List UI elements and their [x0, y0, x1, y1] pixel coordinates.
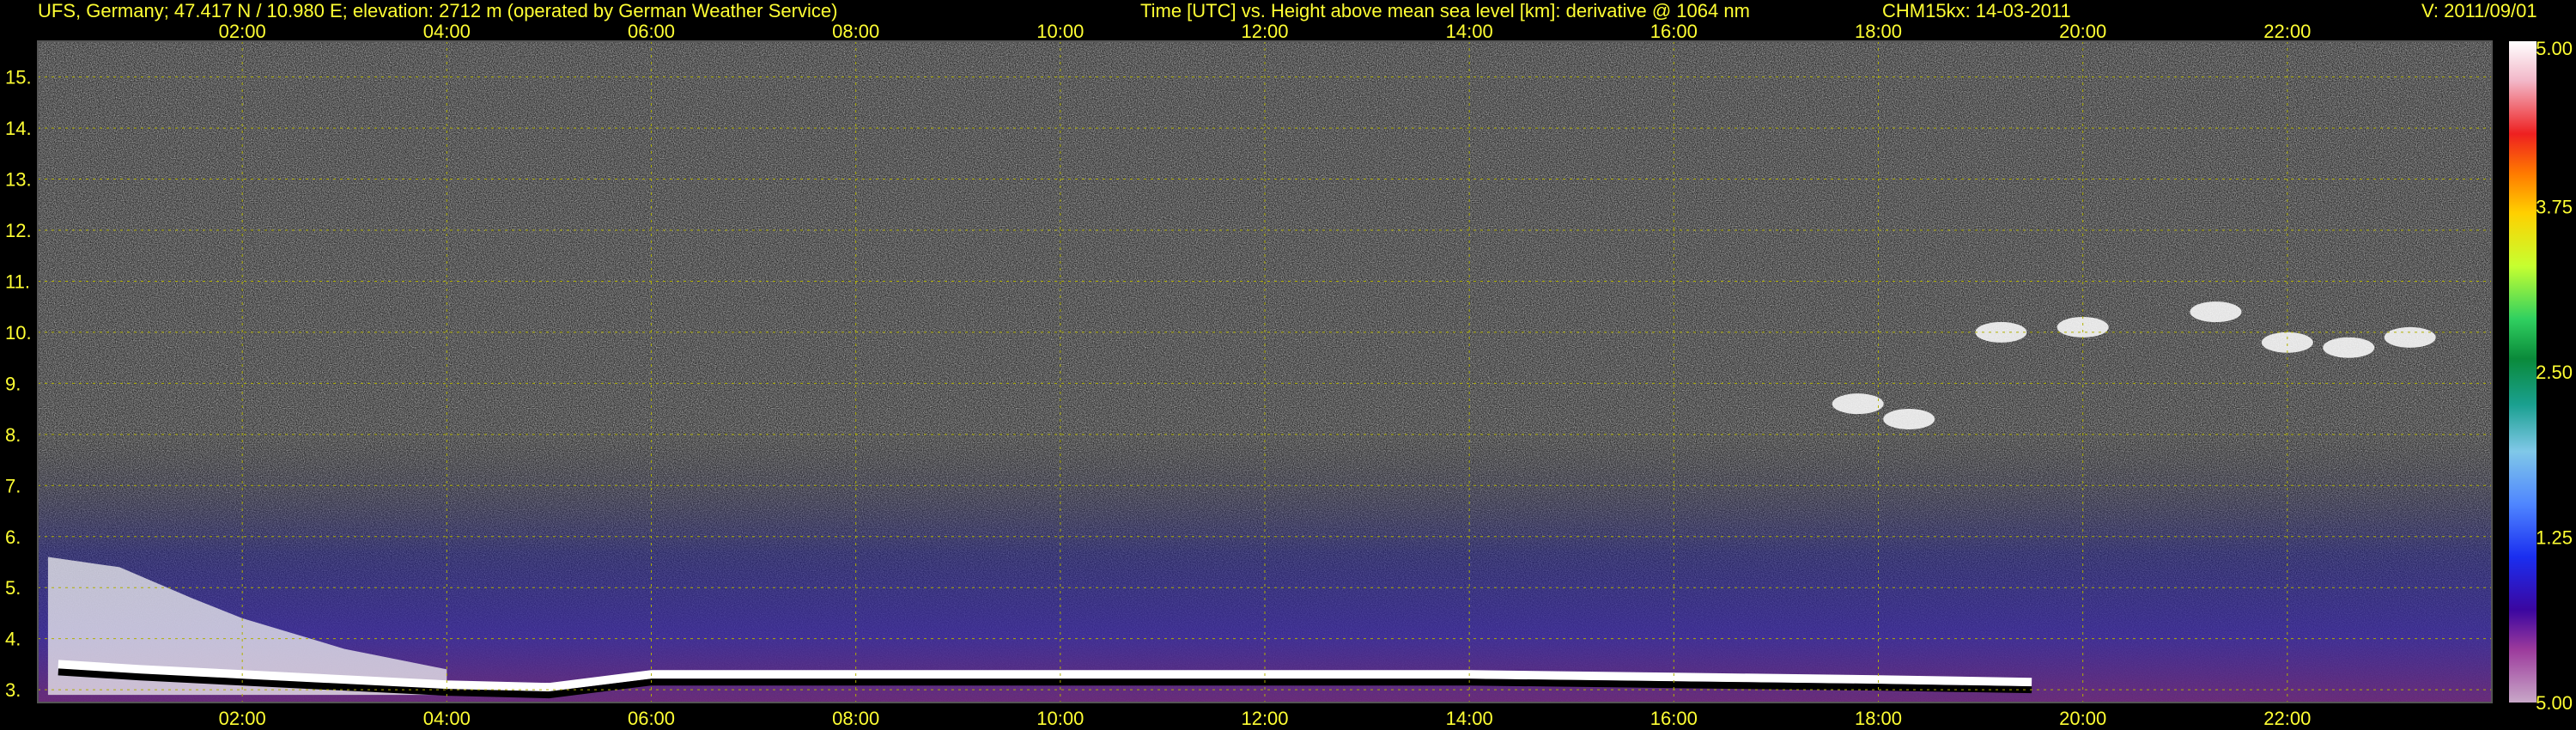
colorbar-label: 5.00 — [2536, 38, 2573, 59]
x-tick-label-top: 10:00 — [1036, 21, 1084, 42]
y-tick-label: 10. — [5, 322, 32, 344]
instrument-date: CHM15kx: 14-03-2011 — [1882, 0, 2071, 21]
cirrus-cloud-point — [2261, 332, 2313, 353]
x-tick-label-bottom: 14:00 — [1446, 708, 1493, 729]
x-tick-label-top: 22:00 — [2263, 21, 2311, 42]
colorbar-scale — [2509, 41, 2537, 703]
lidar-chart: 3. 4. 5. 6. 7. 8. 9. 10. 11. 12. 13. 14. 15. 02:00 04… — [5, 21, 2573, 729]
y-axis-ticks: 3. 4. 5. 6. 7. 8. 9. 10. 11. 12. 13. 14. 15. — [5, 67, 32, 702]
x-tick-label-bottom: 08:00 — [832, 708, 879, 729]
x-axis-ticks-bottom: 02:00 04:00 06:00 08:00 10:00 12:00 14:00 16:00… — [219, 708, 2312, 729]
x-tick-label-top: 06:00 — [628, 21, 675, 42]
x-tick-label-bottom: 02:00 — [219, 708, 266, 729]
plot-area — [37, 40, 2493, 703]
cirrus-cloud-point — [2190, 301, 2242, 323]
y-tick-label: 13. — [5, 169, 32, 191]
y-tick-label: 6. — [5, 526, 21, 548]
x-tick-label-top: 04:00 — [423, 21, 471, 42]
x-tick-label-bottom: 10:00 — [1036, 708, 1084, 729]
y-tick-label: 3. — [5, 679, 21, 701]
y-tick-label: 12. — [5, 220, 32, 241]
y-tick-label: 5. — [5, 577, 21, 599]
x-tick-label-bottom: 22:00 — [2263, 708, 2311, 729]
y-tick-label: 7. — [5, 475, 21, 496]
version-label: V: 2011/09/01 — [2421, 0, 2537, 21]
x-tick-label-top: 14:00 — [1446, 21, 1493, 42]
x-tick-label-top: 20:00 — [2059, 21, 2106, 42]
chart-axes-description: Time [UTC] vs. Height above mean sea lev… — [1140, 0, 1750, 21]
cirrus-cloud-point — [2057, 316, 2109, 338]
x-tick-label-top: 16:00 — [1650, 21, 1698, 42]
y-tick-label: 15. — [5, 67, 32, 88]
colorbar-label: 3.75 — [2536, 197, 2573, 218]
x-tick-label-top: 12:00 — [1241, 21, 1288, 42]
colorbar-labels: 5.00 3.75 2.50 1.25 5.00 — [2536, 38, 2573, 714]
x-tick-label-bottom: 20:00 — [2059, 708, 2106, 729]
y-tick-label: 8. — [5, 424, 21, 446]
colorbar-label: 1.25 — [2536, 527, 2573, 549]
y-tick-label: 9. — [5, 373, 21, 394]
y-tick-label: 4. — [5, 629, 21, 650]
x-tick-label-bottom: 04:00 — [423, 708, 471, 729]
x-tick-label-top: 18:00 — [1855, 21, 1902, 42]
cirrus-cloud-point — [1883, 409, 1935, 429]
x-tick-label-bottom: 18:00 — [1855, 708, 1902, 729]
x-tick-label-top: 02:00 — [219, 21, 266, 42]
x-tick-label-bottom: 06:00 — [628, 708, 675, 729]
colorbar-label: 2.50 — [2536, 362, 2573, 383]
y-tick-label: 11. — [5, 271, 30, 292]
station-info: UFS, Germany; 47.417 N / 10.980 E; eleva… — [38, 0, 838, 21]
x-tick-label-bottom: 12:00 — [1241, 708, 1288, 729]
cirrus-cloud-point — [1832, 393, 1884, 415]
colorbar: 5.00 3.75 2.50 1.25 5.00 — [2509, 38, 2573, 714]
x-tick-label-top: 08:00 — [832, 21, 879, 42]
cirrus-cloud-point — [2323, 337, 2375, 358]
colorbar-label: 5.00 — [2536, 692, 2573, 714]
x-tick-label-bottom: 16:00 — [1650, 708, 1698, 729]
cirrus-cloud-point — [2384, 326, 2436, 348]
x-axis-ticks-top: 02:00 04:00 06:00 08:00 10:00 12:00 14:00 16:00… — [219, 21, 2312, 42]
y-tick-label: 14. — [5, 118, 32, 139]
